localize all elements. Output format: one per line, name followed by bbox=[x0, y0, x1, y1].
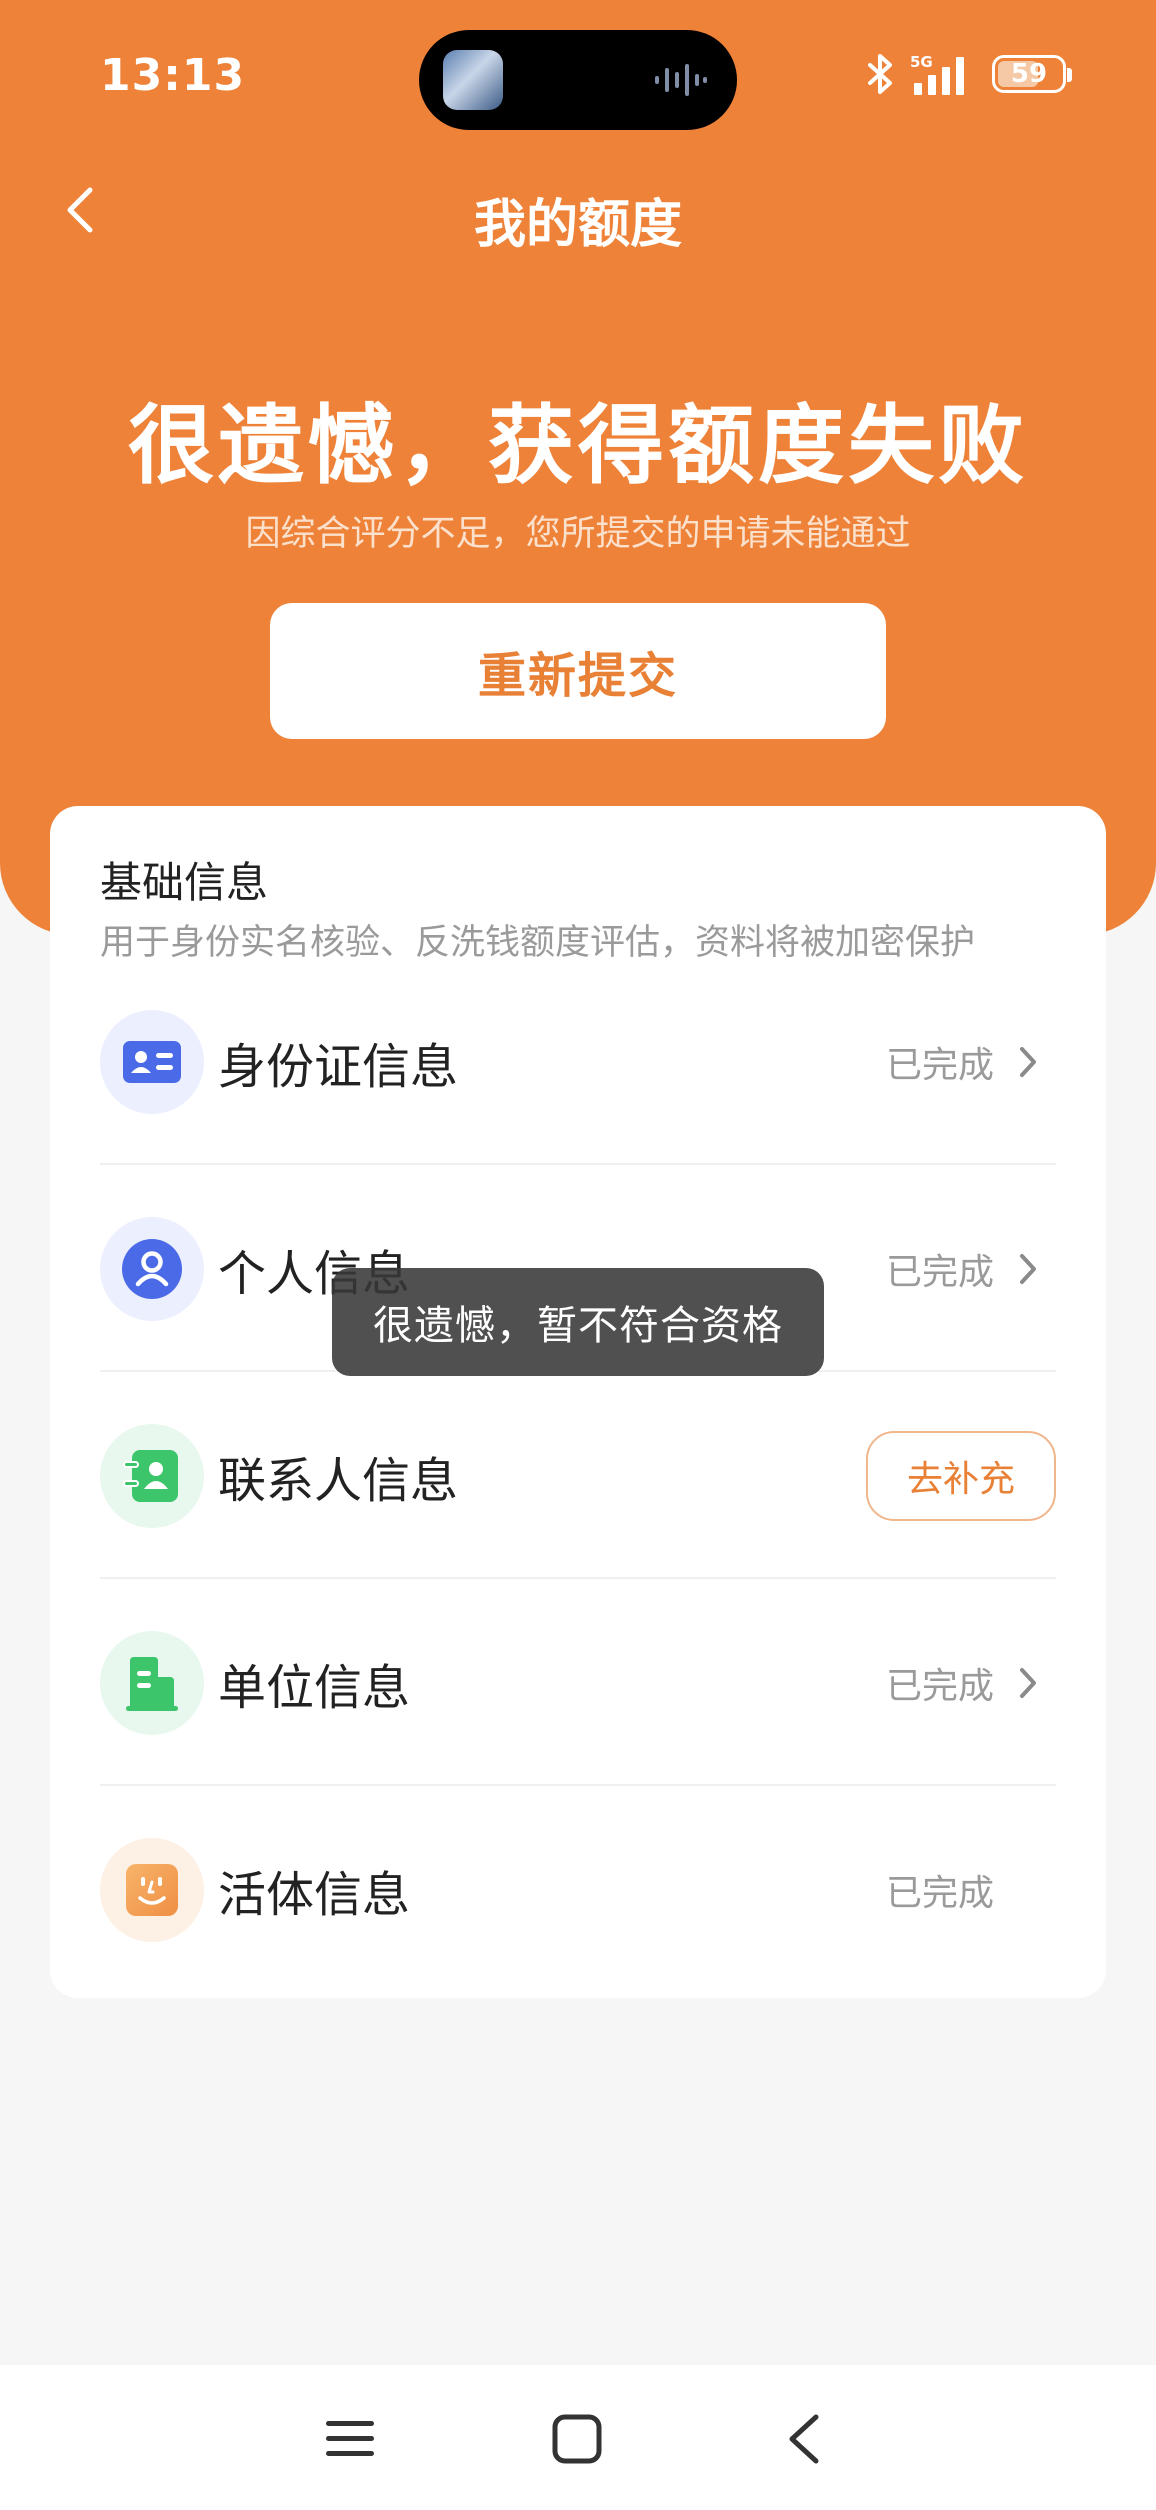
contact-icon bbox=[100, 1423, 204, 1528]
chevron-right-icon bbox=[1010, 1251, 1046, 1287]
id-card-icon bbox=[100, 1009, 204, 1114]
battery-icon: 59 bbox=[992, 55, 1072, 93]
home-square-icon bbox=[552, 2414, 602, 2464]
battery-tip bbox=[1067, 68, 1072, 82]
status-bar: 13:13 5G 59 bbox=[0, 0, 1156, 160]
result-title: 很遗憾，获得额度失败 bbox=[128, 396, 1028, 496]
page-title: 我的额度 bbox=[473, 195, 682, 255]
resubmit-button[interactable]: 重新提交 bbox=[270, 603, 886, 739]
dynamic-island bbox=[419, 30, 737, 130]
face-icon bbox=[100, 1837, 204, 1942]
basic-info-card: 基础信息 用于身份实名核验、反洗钱额度评估，资料将被加密保护 身份证信息 已完成 bbox=[50, 806, 1106, 1998]
chevron-right-icon bbox=[1010, 1044, 1046, 1080]
row-status: 已完成 bbox=[885, 1251, 994, 1293]
toast-message: 很遗憾，暂不符合资格 bbox=[332, 1268, 824, 1376]
status-icons: 5G 59 bbox=[866, 52, 1072, 96]
system-back-button[interactable] bbox=[768, 2403, 840, 2475]
page: 13:13 5G 59 我的额度 很遗憾，获得额度失败 因综合评分不足，您所提交… bbox=[0, 0, 1156, 2510]
card-title: 基础信息 bbox=[100, 858, 269, 907]
person-icon bbox=[100, 1216, 204, 1321]
row-liveness-info[interactable]: 活体信息 已完成 bbox=[100, 1786, 1056, 1993]
building-icon bbox=[100, 1630, 204, 1735]
menu-button[interactable] bbox=[314, 2403, 386, 2475]
row-label: 联系人信息 bbox=[218, 1452, 459, 1509]
row-label: 单位信息 bbox=[218, 1659, 411, 1716]
system-nav-bar bbox=[0, 2365, 1156, 2510]
menu-icon bbox=[326, 2421, 374, 2456]
row-status: 已完成 bbox=[885, 1044, 994, 1086]
battery-level: 59 bbox=[1010, 59, 1048, 89]
row-contact-info[interactable]: 联系人信息 去补充 bbox=[100, 1372, 1056, 1579]
row-label: 活体信息 bbox=[218, 1866, 411, 1923]
audio-wave-icon bbox=[655, 64, 707, 96]
signal-5g-icon: 5G bbox=[910, 53, 964, 95]
result-subtitle: 因综合评分不足，您所提交的申请未能通过 bbox=[245, 514, 911, 554]
network-label: 5G bbox=[910, 53, 933, 71]
row-company-info[interactable]: 单位信息 已完成 bbox=[100, 1579, 1056, 1786]
home-button[interactable] bbox=[541, 2403, 613, 2475]
row-status: 已完成 bbox=[885, 1872, 994, 1914]
chevron-right-icon bbox=[1010, 1665, 1046, 1701]
back-triangle-icon bbox=[789, 2414, 819, 2464]
row-status: 已完成 bbox=[885, 1665, 994, 1707]
bluetooth-icon bbox=[868, 54, 892, 94]
media-thumbnail bbox=[443, 50, 503, 110]
row-label: 身份证信息 bbox=[218, 1038, 459, 1095]
row-id-card[interactable]: 身份证信息 已完成 bbox=[100, 958, 1056, 1165]
supplement-button[interactable]: 去补充 bbox=[866, 1430, 1056, 1521]
status-time: 13:13 bbox=[100, 50, 246, 101]
nav-bar: 我的额度 bbox=[0, 160, 1156, 260]
